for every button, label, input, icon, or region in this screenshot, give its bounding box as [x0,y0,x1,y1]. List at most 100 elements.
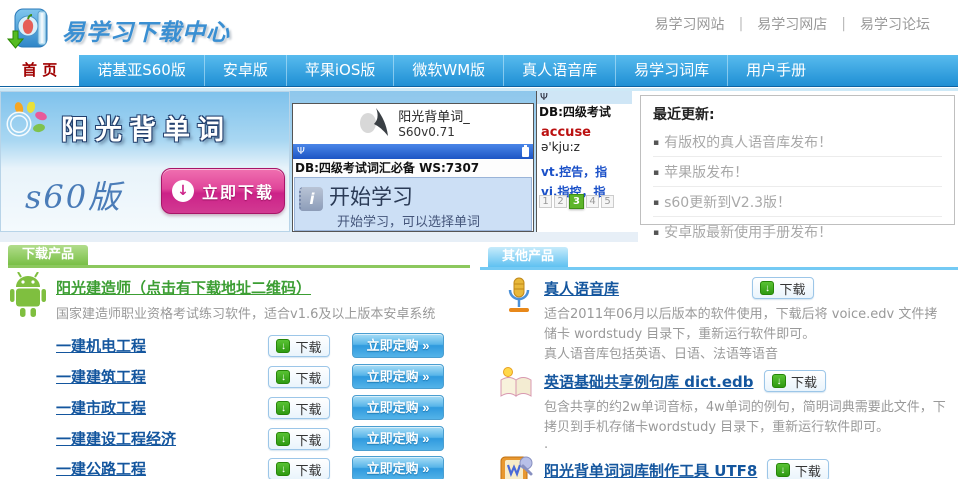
download-button[interactable]: ↓下载 [268,397,330,419]
hero-bottom-strip [0,232,638,242]
header: 易学习下载中心 易学习网站 | 易学习网店 | 易学习论坛 [0,0,958,55]
nav-item-dictionary[interactable]: 易学习词库 [616,55,728,86]
phone-screenshot-2: Ψ DB:四级考试 accuse ə'kju:z vt.控告，指 vi.指控，指… [536,91,632,232]
download-icon: ↓ [276,401,290,415]
download-button[interactable]: ↓下载 [752,277,814,299]
nav-item-android[interactable]: 安卓版 [205,55,287,86]
banner-download-button[interactable]: ↓ 立即下载 [161,168,285,214]
android-icon [8,272,48,322]
section-underline-green [8,265,470,268]
section-tab-downloads: 下载产品 [8,245,88,265]
chevron-right-icon: » [422,461,429,476]
signal-icon: Ψ [297,147,305,157]
download-icon: ↓ [276,432,290,446]
product-link[interactable]: 一建公路工程 [56,458,146,479]
section-underline-blue [480,267,958,270]
product-link[interactable]: 一建市政工程 [56,397,146,418]
db-status-line: DB:四级考试词汇必备 WS:7307 [293,159,533,177]
signal-icon: Ψ [540,93,548,103]
product-link[interactable]: 一建建设工程经济 [56,428,176,449]
section-tab-others: 其他产品 [488,247,568,267]
banner-title: 阳光背单词 [1,108,290,147]
download-icon: ↓ [276,462,290,476]
other-product-description: 适合2011年06月以后版本的软件使用，下载后将 voice.edv 文件拷 [544,303,937,322]
recent-update-item[interactable]: ▪有版权的真人语音库发布！ [653,127,942,157]
word-meaning-vt: vt.控告，指 [537,155,632,179]
bullet-icon: ▪ [653,228,659,238]
other-product-header: 真人语音库 ↓下载 [544,278,619,299]
product-link[interactable]: 一建机电工程 [56,335,146,356]
dictionary-word: accuse [537,121,632,140]
app-name: 阳光背单词_ [398,110,470,125]
nav-item-wm[interactable]: 微软WM版 [394,55,504,86]
product-row: 一建公路工程 ↓下载 立即定购 » [0,456,470,479]
recent-updates-title: 最近更新: [641,96,954,127]
featured-product-description: 国家建造师职业资格考试练习软件，适合v1.6及以上版本安卓系统 [56,303,435,322]
product-row: 一建市政工程 ↓下载 立即定购 » [0,395,470,421]
other-product-link[interactable]: 英语基础共享例句库 dict.edb [544,371,754,392]
bullet-icon: ▪ [653,198,659,208]
header-links: 易学习网站 | 易学习网店 | 易学习论坛 [641,14,944,34]
recent-update-item[interactable]: ▪s60更新到V2.3版！ [653,187,942,217]
order-button[interactable]: 立即定购 » [352,426,444,451]
download-icon: ↓ [772,374,786,388]
logo[interactable]: 易学习下载中心 [6,4,230,56]
nav-item-nokia-s60[interactable]: 诺基亚S60版 [79,55,205,86]
page-dot-3-active[interactable]: 3 [569,194,584,209]
download-button[interactable]: ↓下载 [268,366,330,388]
db-status-line: DB:四级考试 [537,104,632,121]
download-button[interactable]: ↓下载 [268,458,330,479]
page-dot-5[interactable]: 5 [601,195,614,208]
download-button[interactable]: ↓下载 [268,335,330,357]
page-dot-2[interactable]: 2 [554,195,567,208]
other-product-link[interactable]: 阳光背单词词库制作工具 UTF8 [544,460,757,479]
chevron-right-icon: » [422,338,429,353]
order-button[interactable]: 立即定购 » [352,456,444,479]
nav-item-voice-library[interactable]: 真人语音库 [504,55,616,86]
app-logo-icon [356,106,390,142]
logo-title: 易学习下载中心 [62,13,230,47]
chevron-right-icon: » [422,431,429,446]
product-row: 一建机电工程 ↓下载 立即定购 » [0,333,470,359]
recent-updates-panel: 最近更新: ▪有版权的真人语音库发布！ ▪苹果版发布！ ▪s60更新到V2.3版… [640,95,955,225]
banner-edition: s60版 [25,172,122,218]
nav-item-manual[interactable]: 用户手册 [728,55,824,86]
page-dot-4[interactable]: 4 [586,195,599,208]
recent-update-item[interactable]: ▪安卓版最新使用手册发布！ [653,217,942,246]
chevron-right-icon: » [422,369,429,384]
product-link[interactable]: 一建建筑工程 [56,366,146,387]
hero-banner[interactable]: 阳光背单词 s60版 ↓ 立即下载 [0,91,290,232]
carousel-pagination: 1 2 3 4 5 [539,194,614,209]
book-idea-icon [498,366,534,402]
header-link-forum[interactable]: 易学习论坛 [846,14,944,34]
recent-update-item[interactable]: ▪苹果版发布！ [653,157,942,187]
bullet-icon: ▪ [653,168,659,178]
download-button[interactable]: ↓下载 [268,428,330,450]
nav-item-home[interactable]: 首 页 [0,55,79,86]
menu-item-subtitle: 开始学习，可以选择单词 [329,211,480,230]
battery-icon [522,147,529,157]
main-nav: 首 页 诺基亚S60版 安卓版 苹果iOS版 微软WM版 真人语音库 易学习词库… [0,55,958,87]
header-link-store[interactable]: 易学习网店 [743,14,841,34]
other-product-header: 阳光背单词词库制作工具 UTF8 ↓下载 [544,459,829,479]
download-icon: ↓ [776,463,790,477]
header-link-website[interactable]: 易学习网站 [641,14,739,34]
product-row: 一建建设工程经济 ↓下载 立即定购 » [0,426,470,452]
app-version: S60v0.71 [398,125,470,139]
menu-selected-item: i 开始学习 开始学习，可以选择单词 [294,177,532,231]
order-button[interactable]: 立即定购 » [352,333,444,358]
phone-screenshot-1: 阳光背单词_ S60v0.71 Ψ DB:四级考试词汇必备 WS:7307 i … [292,103,534,232]
page-dot-1[interactable]: 1 [539,195,552,208]
download-button[interactable]: ↓下载 [764,370,826,392]
other-product-link[interactable]: 真人语音库 [544,278,619,299]
nav-item-ios[interactable]: 苹果iOS版 [287,55,395,86]
microphone-icon [504,277,534,319]
banner-download-label: 立即下载 [202,179,274,203]
download-icon: ↓ [276,370,290,384]
other-product-description: 真人语音库包括英语、日语、法语等语音 [544,343,778,362]
download-button[interactable]: ↓下载 [767,459,829,479]
other-product-description: 拷贝到手机存储卡wordstudy 目录下，重新运行软件即可。 [544,416,889,435]
order-button[interactable]: 立即定购 » [352,364,444,389]
featured-product-link[interactable]: 阳光建造师（点击有下载地址二维码） [56,277,311,298]
order-button[interactable]: 立即定购 » [352,395,444,420]
